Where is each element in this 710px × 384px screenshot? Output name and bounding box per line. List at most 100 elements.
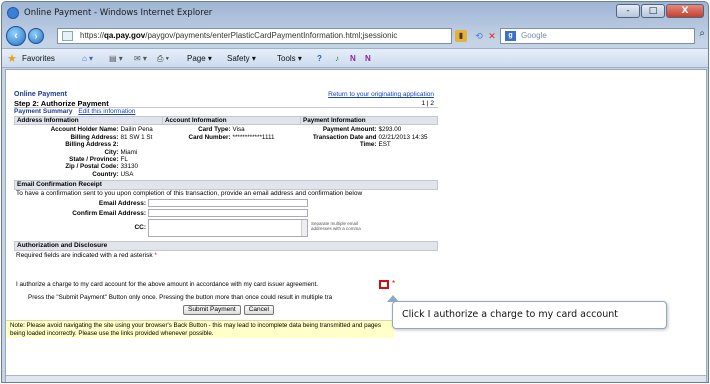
address-row: Country: USA — [17, 171, 161, 178]
close-button[interactable]: X — [666, 4, 704, 18]
browser-window: Online Payment - Windows Internet Explor… — [1, 1, 709, 383]
tooltip-text: I authorize a charge to my card account — [427, 309, 618, 320]
row-label: City: — [104, 148, 119, 156]
search-input[interactable]: g Google — [500, 28, 695, 44]
email-input[interactable] — [148, 199, 308, 208]
summary-table: Address Information Account Information … — [14, 115, 438, 178]
tools-menu[interactable]: Tools ▾ — [277, 49, 302, 69]
row-value: 33130 — [120, 163, 139, 171]
tooltip-tail — [387, 295, 399, 302]
cc-scrollbar[interactable] — [301, 220, 307, 237]
confirm-email-input[interactable] — [148, 209, 308, 218]
address-row: City: Miami — [17, 149, 161, 156]
window-title: Online Payment - Windows Internet Explor… — [24, 8, 213, 18]
account-header: Account Information — [162, 115, 301, 126]
row-value: Dailin Pena — [120, 126, 153, 134]
address-bar[interactable]: https://qa.pay.gov/paygov/payments/enter… — [57, 28, 452, 44]
onenote-icon[interactable]: N — [350, 49, 356, 69]
search-placeholder: Google — [521, 31, 547, 40]
step-title: Step 2: Authorize Payment — [14, 99, 109, 108]
row-value: FL — [120, 156, 128, 164]
authorize-text: I authorize a charge to my card account … — [16, 281, 319, 288]
url-path: /paygov/payments/enterPlasticCardPayment… — [145, 31, 398, 40]
txn-label: Transaction Date and Time: — [312, 133, 377, 149]
lock-icon[interactable]: ▮ — [455, 30, 467, 42]
edit-info-link[interactable]: Edit this information — [78, 108, 135, 115]
auth-header: Authorization and Disclosure — [14, 241, 438, 252]
help-icon[interactable]: ? — [317, 49, 322, 69]
page-menu[interactable]: Page ▾ — [187, 49, 212, 69]
card-number-label: Card Number: — [188, 133, 231, 141]
favorites-star-icon[interactable]: ★ — [7, 49, 17, 69]
card-type-value: Visa — [232, 126, 245, 134]
address-row: Billing Address: 81 SW 1 St — [17, 134, 161, 141]
cancel-button[interactable]: Cancel — [243, 305, 274, 315]
row-label: Zip / Postal Code: — [65, 163, 119, 171]
minimize-button[interactable]: - — [616, 4, 640, 18]
return-link[interactable]: Return to your originating application — [328, 91, 434, 98]
address-row: Zip / Postal Code: 33130 — [17, 163, 161, 170]
favorites-bar: ★ Favorites ⌂ ▾ ▤ ▾ ✉ ▾ ⎙ ▾ Page ▾ Safet… — [2, 48, 708, 68]
row-value: Miami — [120, 148, 138, 156]
research-icon[interactable]: ♪ — [335, 49, 339, 69]
status-bar — [6, 375, 706, 382]
favorites-button[interactable]: Favorites — [22, 49, 55, 69]
confirm-email-label: Confirm Email Address: — [72, 209, 146, 217]
navigation-note: Note: Please avoid navigating the site u… — [6, 320, 394, 338]
onenote-linked-icon[interactable]: N — [365, 49, 371, 69]
search-icon[interactable]: ⌕ — [699, 28, 705, 39]
press-once-text: Press the "Submit Payment" Button only o… — [28, 294, 333, 301]
row-value: USA — [120, 170, 134, 178]
row-label: Country: — [92, 170, 119, 178]
stop-icon[interactable]: ✕ — [484, 29, 500, 43]
email-header: Email Confirmation Receipt — [14, 180, 438, 191]
authorize-required-icon: * — [392, 279, 396, 288]
url-host: qa.pay.gov — [104, 31, 146, 40]
row-label: Billing Address: — [70, 133, 119, 141]
payment-header: Payment Information — [300, 115, 438, 126]
row-label: Billing Address 2: — [65, 141, 119, 149]
submit-payment-button[interactable]: Submit Payment — [183, 305, 241, 315]
authorize-checkbox[interactable] — [379, 280, 389, 289]
page-content: Online Payment Return to your originatin… — [5, 69, 707, 382]
email-description: To have a confirmation sent to you upon … — [16, 190, 363, 198]
address-header: Address Information — [14, 115, 163, 126]
cc-label: CC: — [134, 224, 146, 232]
row-label: State / Province: — [69, 156, 119, 164]
card-number-value: ************1111 — [232, 133, 275, 141]
forward-icon[interactable]: › — [28, 28, 44, 44]
cc-note: Separate multiple email addresses with a… — [311, 221, 361, 232]
txn-value: 02/21/2013 14:35 EST — [378, 133, 428, 149]
required-note: Required fields are indicated with a red… — [16, 252, 153, 260]
payment-form: Online Payment Return to your originatin… — [14, 91, 438, 261]
summary-label: Payment Summary — [14, 108, 73, 115]
amount-label: Payment Amount: — [322, 126, 377, 134]
instruction-tooltip: Click I authorize a charge to my card ac… — [387, 295, 667, 329]
print-icon[interactable]: ⎙ ▾ — [157, 49, 169, 69]
page-heading: Online Payment — [14, 91, 67, 98]
maximize-button[interactable]: □ — [641, 4, 665, 18]
mail-icon[interactable]: ✉ ▾ — [134, 49, 147, 69]
step-counter: 1 | 2 — [421, 100, 434, 107]
cc-textarea[interactable] — [148, 219, 308, 238]
row-value: 81 SW 1 St — [120, 133, 153, 141]
google-icon: g — [505, 31, 516, 41]
feeds-icon[interactable]: ▤ ▾ — [109, 49, 123, 69]
address-row: State / Province: FL — [17, 156, 161, 163]
title-bar: Online Payment - Windows Internet Explor… — [2, 2, 708, 24]
home-icon[interactable]: ⌂ ▾ — [82, 49, 93, 69]
page-icon — [62, 31, 73, 41]
back-icon[interactable]: ‹ — [6, 26, 26, 46]
url-prefix: https:// — [80, 31, 105, 40]
row-label: Account Holder Name: — [50, 126, 119, 134]
ie-logo-icon — [7, 7, 19, 19]
amount-value: $293.00 — [378, 126, 402, 134]
email-label: Email Address: — [98, 199, 146, 207]
safety-menu[interactable]: Safety ▾ — [227, 49, 256, 69]
address-row: ‹ › https://qa.pay.gov/paygov/payments/e… — [2, 25, 708, 47]
card-type-label: Card Type: — [198, 126, 231, 134]
tooltip-prefix: Click — [402, 309, 425, 320]
required-asterisk: * — [152, 252, 157, 260]
address-row: Billing Address 2: — [17, 141, 161, 148]
address-row: Account Holder Name: Dailin Pena — [17, 126, 161, 133]
